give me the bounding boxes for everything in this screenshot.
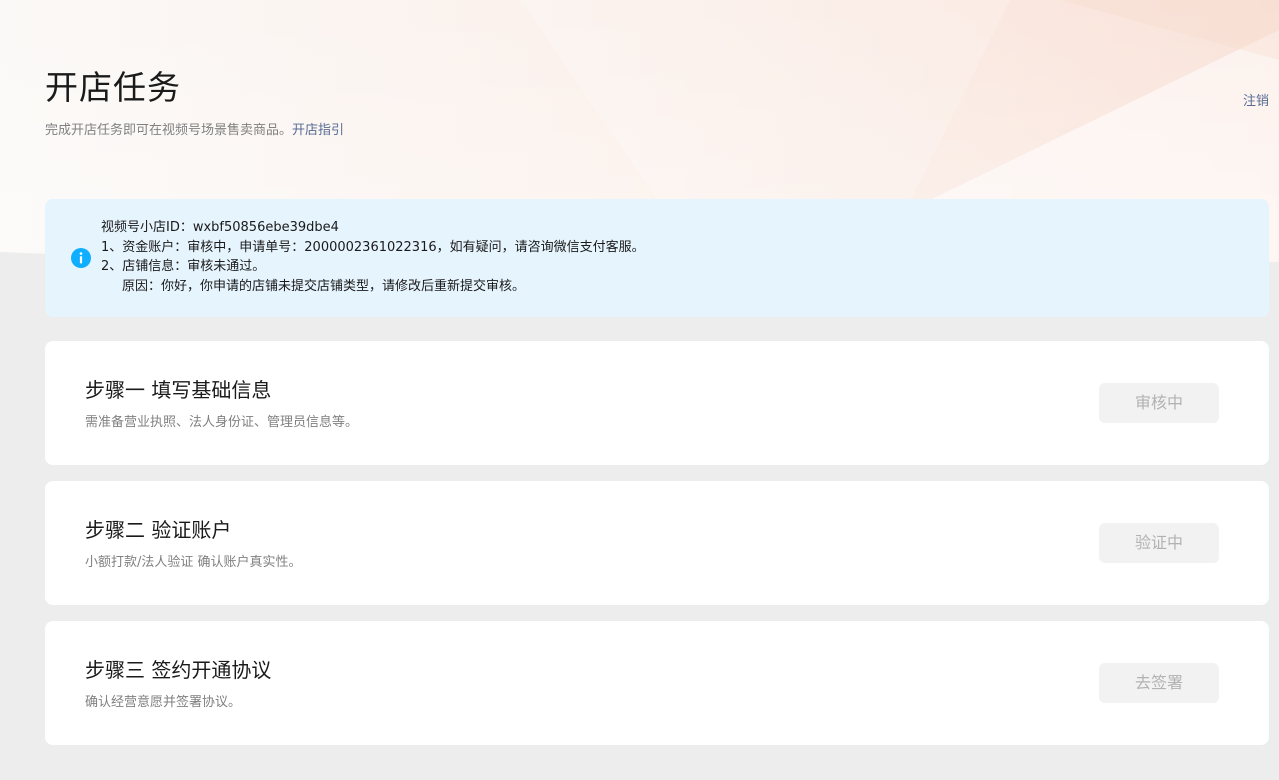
subtitle-text: 完成开店任务即可在视频号场景售卖商品。 bbox=[45, 123, 293, 138]
step-card-verify-account: 步骤二 验证账户 小额打款/法人验证 确认账户真实性。 验证中 bbox=[45, 481, 1269, 605]
shop-id-line: 视频号小店ID：wxbf50856ebe39dbe4 bbox=[101, 220, 339, 235]
step-title: 步骤二 验证账户 bbox=[85, 518, 232, 542]
verifying-button[interactable]: 验证中 bbox=[1099, 523, 1219, 563]
info-icon bbox=[71, 248, 91, 268]
step-description: 小额打款/法人验证 确认账户真实性。 bbox=[85, 555, 302, 570]
shop-info-status: 2、店铺信息：审核未通过。 bbox=[101, 259, 266, 274]
status-notice: 视频号小店ID：wxbf50856ebe39dbe4 1、资金账户：审核中，申请… bbox=[45, 199, 1269, 317]
logout-link[interactable]: 注销 bbox=[1243, 93, 1269, 111]
shop-guide-link[interactable]: 开店指引 bbox=[292, 123, 344, 138]
page-subtitle: 完成开店任务即可在视频号场景售卖商品。开店指引 bbox=[45, 121, 344, 141]
rejection-reason: 原因：你好，你申请的店铺未提交店铺类型，请修改后重新提交审核。 bbox=[122, 278, 526, 294]
step-description: 需准备营业执照、法人身份证、管理员信息等。 bbox=[85, 415, 359, 430]
reviewing-button[interactable]: 审核中 bbox=[1099, 383, 1219, 423]
notice-text: 视频号小店ID：wxbf50856ebe39dbe4 1、资金账户：审核中，申请… bbox=[101, 218, 645, 296]
step-title: 步骤一 填写基础信息 bbox=[85, 378, 272, 402]
step-card-sign-agreement: 步骤三 签约开通协议 确认经营意愿并签署协议。 去签署 bbox=[45, 621, 1269, 745]
sign-button[interactable]: 去签署 bbox=[1099, 663, 1219, 703]
step-description: 确认经营意愿并签署协议。 bbox=[85, 695, 242, 710]
fund-account-status: 1、资金账户：审核中，申请单号：2000002361022316，如有疑问，请咨… bbox=[101, 239, 645, 255]
step-card-basic-info: 步骤一 填写基础信息 需准备营业执照、法人身份证、管理员信息等。 审核中 bbox=[45, 341, 1269, 465]
page-title: 开店任务 bbox=[45, 68, 181, 107]
step-title: 步骤三 签约开通协议 bbox=[85, 658, 272, 682]
